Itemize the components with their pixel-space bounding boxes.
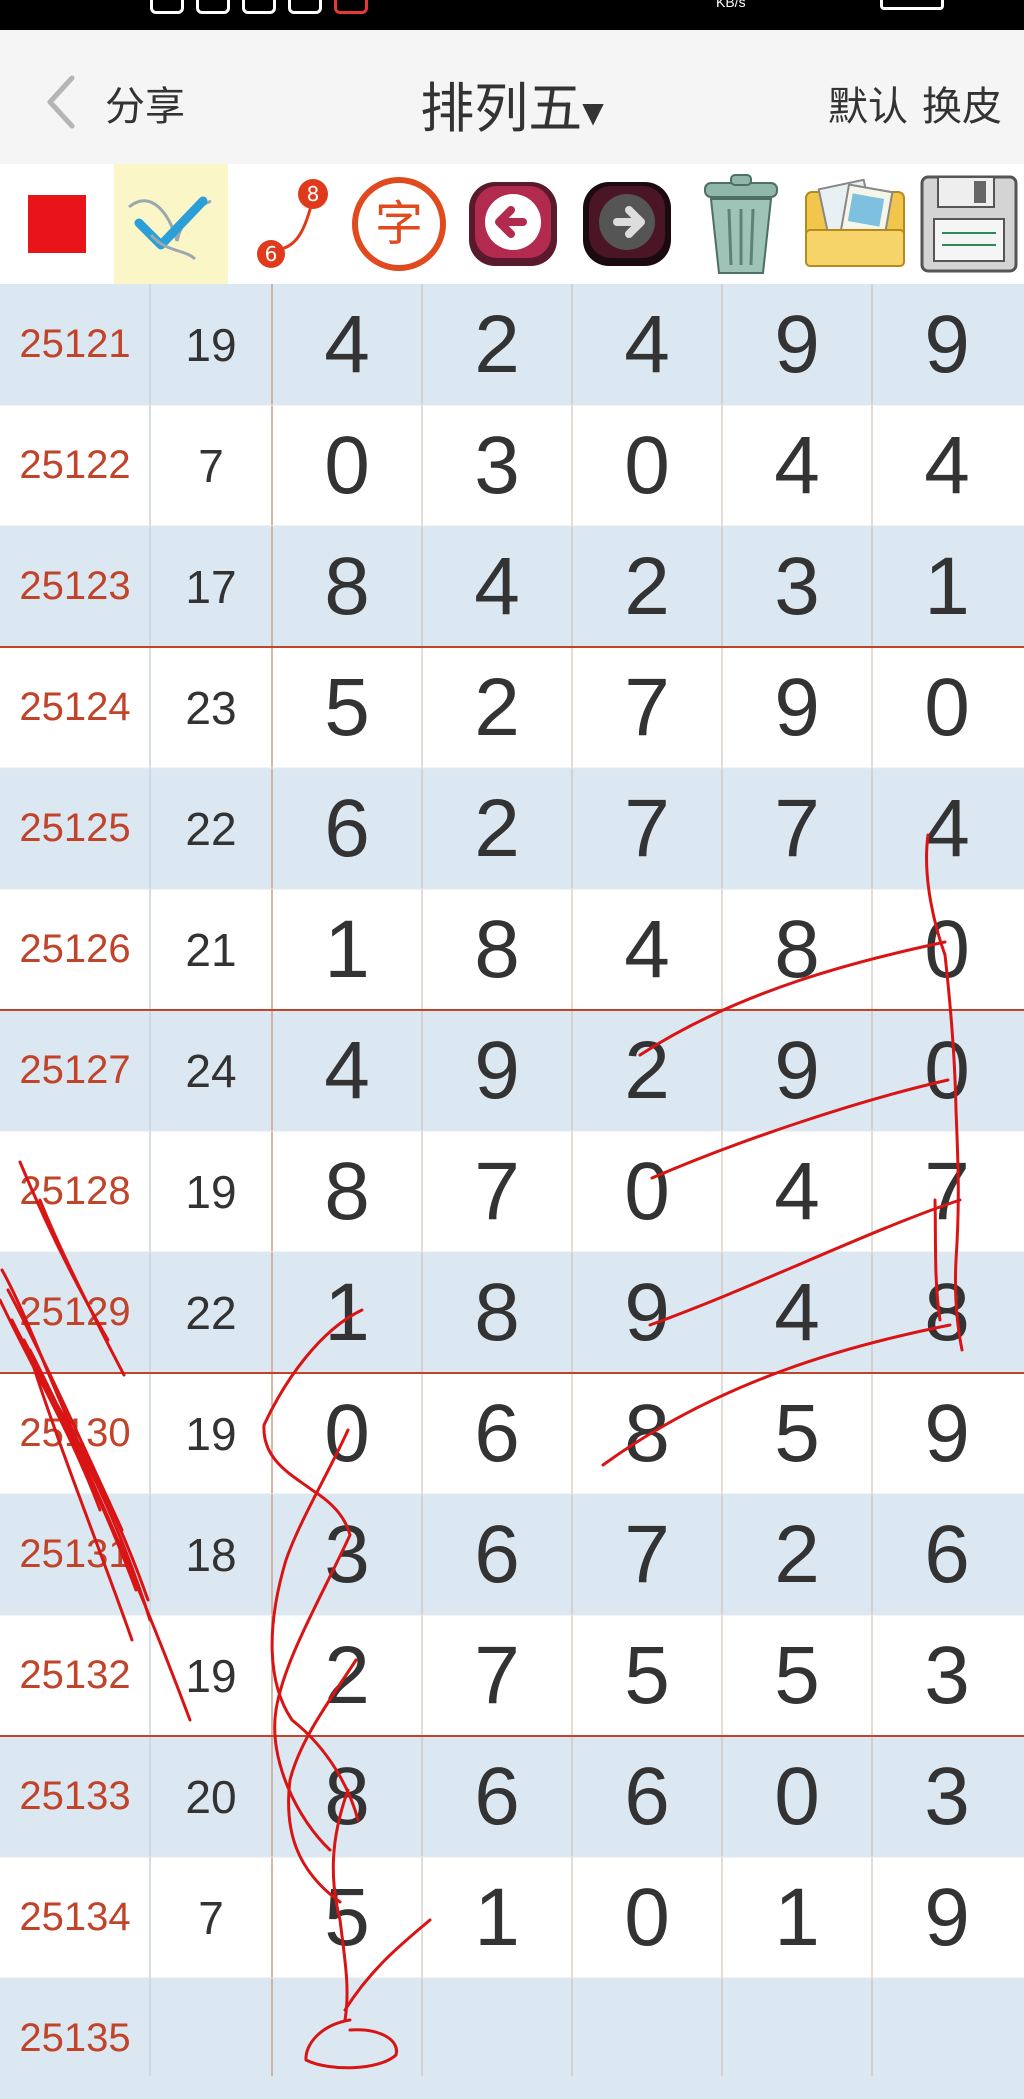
notification-icon (196, 0, 230, 14)
brush-tool-button[interactable] (114, 164, 228, 284)
text-char-icon: 字 (352, 177, 446, 271)
checkmark-brush-icon (128, 196, 212, 261)
back-arrow-icon (469, 182, 557, 266)
page-title-text: 排列五 (420, 77, 583, 140)
connect-6-8-icon: 8 6 (257, 179, 328, 268)
forward-arrow-icon (583, 182, 671, 266)
battery-icon (880, 0, 944, 10)
save-floppy-icon (920, 175, 1018, 273)
back-chevron-icon[interactable] (38, 72, 86, 132)
notification-icon (288, 0, 322, 14)
caret-down-icon: ▼ (582, 95, 604, 129)
notification-icon (242, 0, 276, 14)
change-skin-button[interactable]: 换皮 (922, 74, 1002, 132)
text-char-label: 字 (375, 196, 423, 252)
connect-label-b: 6 (265, 242, 278, 266)
drawing-toolbar: 8 6 字 (0, 164, 1024, 284)
text-tool-button[interactable]: 字 (342, 164, 456, 284)
default-button[interactable]: 默认 (828, 74, 908, 132)
color-picker-button[interactable] (0, 164, 114, 284)
network-speed: KB/s (716, 0, 746, 10)
trash-can-icon (704, 174, 778, 274)
header-actions: 默认 换皮 (828, 74, 1002, 132)
clear-button[interactable] (684, 164, 798, 284)
table-grid-lines (0, 284, 1024, 2076)
lottery-type-dropdown[interactable]: 排列五▼ (420, 77, 604, 140)
status-bar: KB/s (0, 0, 1024, 30)
nav-bar: 分享 排列五▼ 默认 换皮 (0, 30, 1024, 164)
redo-button[interactable] (570, 164, 684, 284)
connect-label-a: 8 (307, 182, 320, 206)
photo-folder-icon (805, 178, 905, 267)
notification-icon (334, 0, 368, 14)
save-button[interactable] (912, 164, 1024, 284)
notification-icon (150, 0, 184, 14)
undo-button[interactable] (456, 164, 570, 284)
connect-tool-button[interactable]: 8 6 (228, 164, 342, 284)
gallery-button[interactable] (798, 164, 912, 284)
share-button[interactable]: 分享 (105, 74, 185, 132)
red-square-icon (28, 195, 86, 253)
notification-icons (150, 0, 368, 14)
